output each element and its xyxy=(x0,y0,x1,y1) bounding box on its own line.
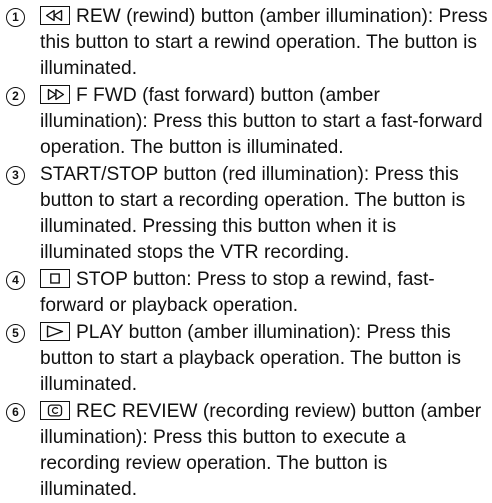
item-text: START/STOP button (red illumination): Pr… xyxy=(40,164,466,263)
button-description-list: 1 REW (rewind) button (amber illuminatio… xyxy=(0,0,492,500)
item-text: STOP button: Press to stop a rewind, fas… xyxy=(40,269,435,316)
list-item: 3 START/STOP button (red illumination): … xyxy=(6,162,488,266)
item-text: REW (rewind) button (amber illumination)… xyxy=(40,6,488,79)
item-number: 1 xyxy=(6,8,25,27)
list-item: 1 REW (rewind) button (amber illuminatio… xyxy=(6,4,488,82)
item-text: F FWD (fast forward) button (amber illum… xyxy=(40,85,483,158)
item-number: 5 xyxy=(6,324,25,343)
item-number: 3 xyxy=(6,166,25,185)
item-number: 4 xyxy=(6,271,25,290)
stop-icon xyxy=(40,269,70,288)
item-text: REC REVIEW (recording review) button (am… xyxy=(40,401,482,500)
list-item: 5 PLAY button (amber illumination): Pres… xyxy=(6,320,488,398)
rewind-icon xyxy=(40,6,70,25)
list-item: 6 REC REVIEW (recording review) button (… xyxy=(6,399,488,503)
item-number: 6 xyxy=(6,403,25,422)
item-number: 2 xyxy=(6,87,25,106)
list-item: 4 STOP button: Press to stop a rewind, f… xyxy=(6,267,488,319)
fast-forward-icon xyxy=(40,85,70,104)
rec-review-icon xyxy=(40,401,70,420)
item-text: PLAY button (amber illumination): Press … xyxy=(40,322,461,395)
list-item: 2 F FWD (fast forward) button (amber ill… xyxy=(6,83,488,161)
play-icon xyxy=(40,322,70,341)
